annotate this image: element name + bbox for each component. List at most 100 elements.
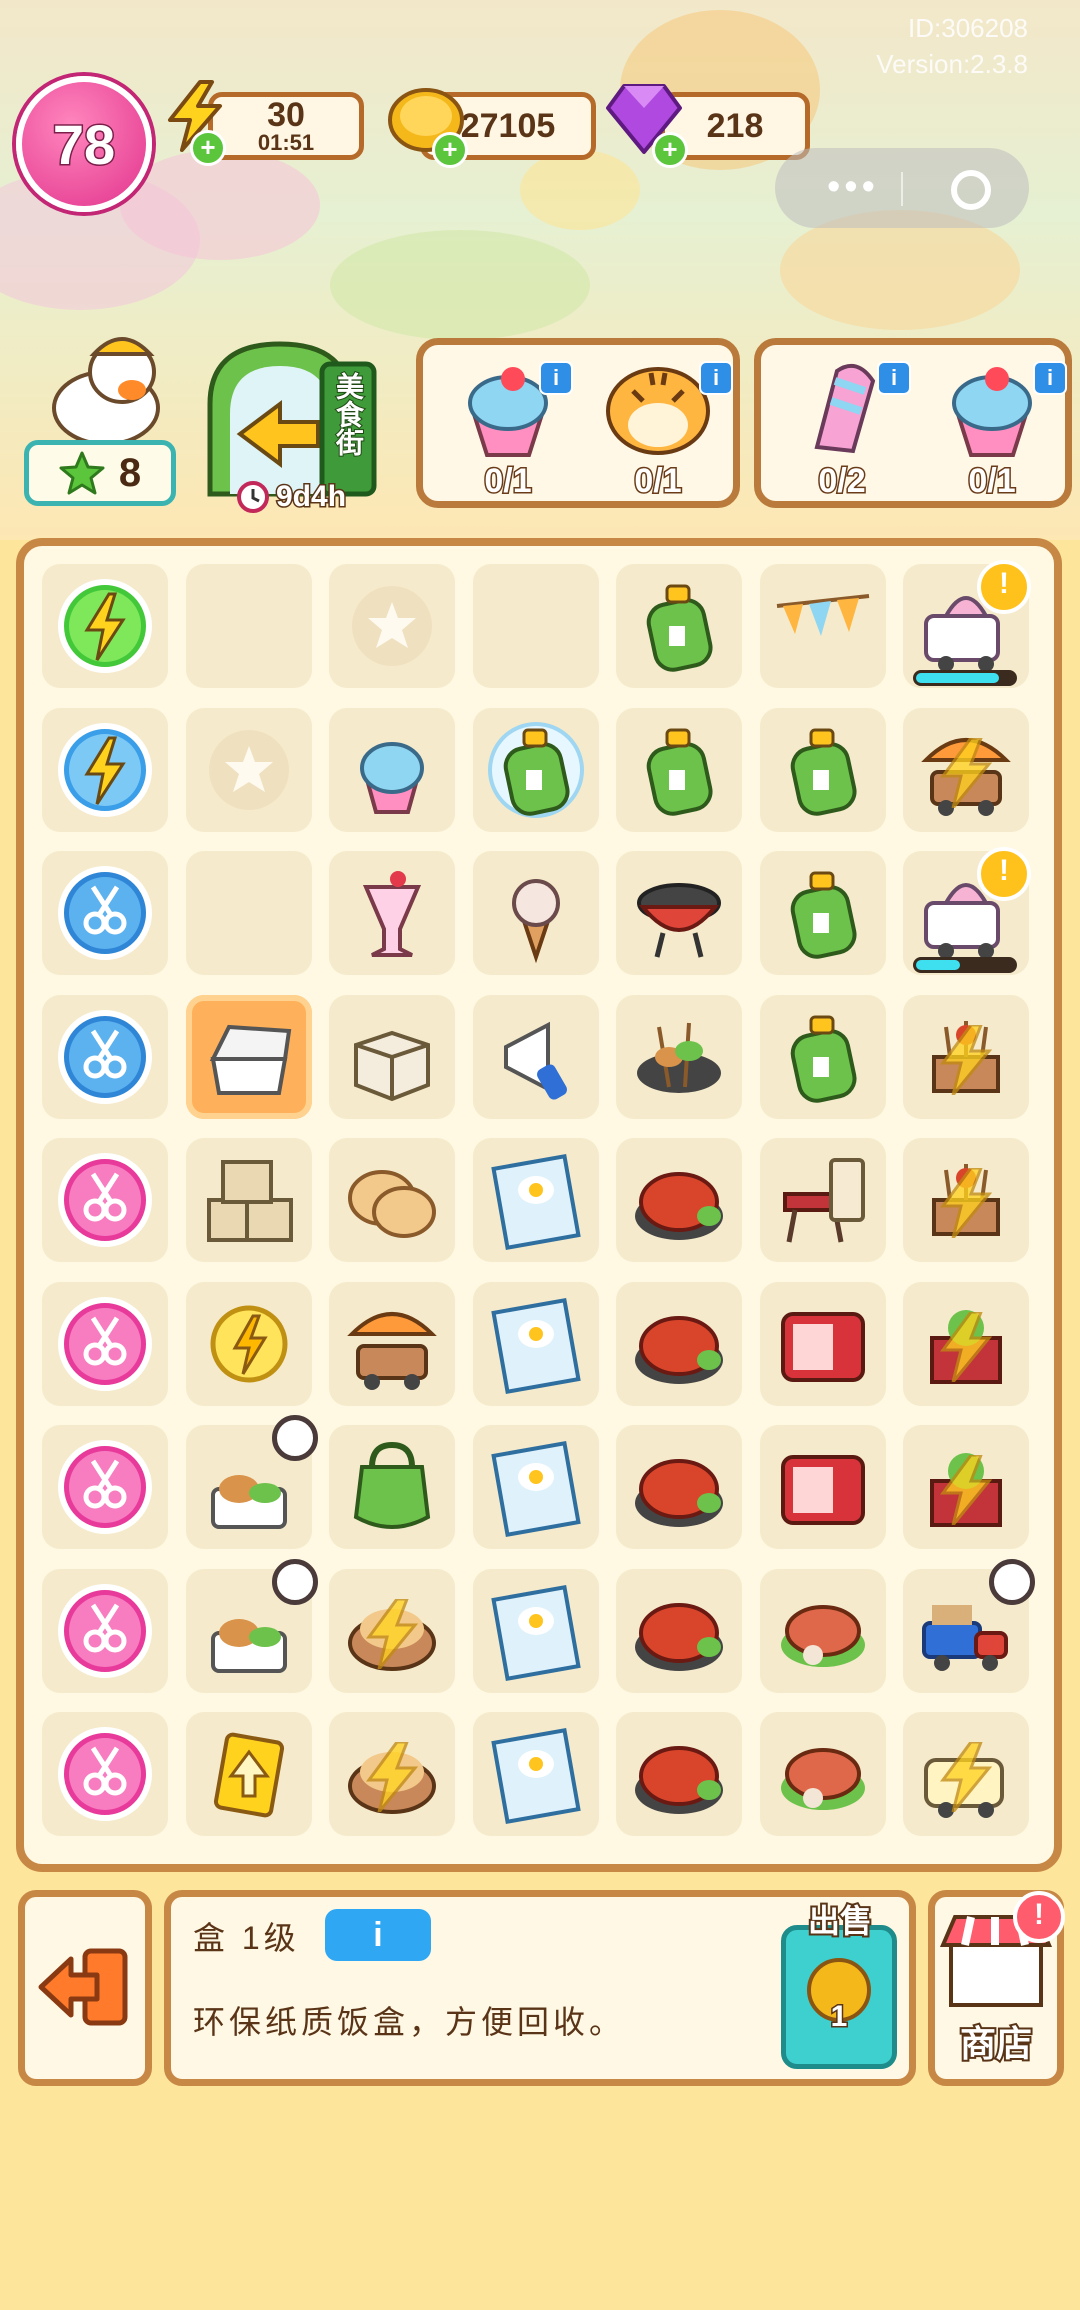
board-cell[interactable] xyxy=(616,1568,742,1693)
scissors-orb-pink-icon[interactable] xyxy=(55,1294,155,1394)
board-cell[interactable] xyxy=(616,564,742,688)
board-cell[interactable] xyxy=(185,994,312,1119)
order-info-button[interactable]: i xyxy=(1033,361,1067,395)
board-cell[interactable] xyxy=(329,1425,455,1549)
shaved-ice-icon[interactable] xyxy=(342,720,442,820)
board-cell[interactable] xyxy=(472,1712,599,1836)
board-cell[interactable] xyxy=(472,707,599,832)
egg-poster-icon[interactable] xyxy=(486,1581,586,1681)
box-stack-icon[interactable] xyxy=(199,1150,299,1250)
board-cell[interactable] xyxy=(616,1425,742,1549)
board-cell[interactable] xyxy=(42,564,168,688)
board-cell[interactable] xyxy=(903,1712,1029,1836)
energy-orb-green-icon[interactable] xyxy=(55,576,155,676)
scissors-orb-pink-icon[interactable] xyxy=(55,1437,155,1537)
board-cell[interactable] xyxy=(329,851,455,975)
order-card-1[interactable]: 0/1 i 0/1 i xyxy=(416,338,740,508)
green-backpack-icon[interactable] xyxy=(342,1437,442,1537)
board-cell[interactable] xyxy=(759,851,886,975)
more-options-icon[interactable]: ••• xyxy=(827,168,879,206)
bubble-gas-canister-icon[interactable] xyxy=(486,720,586,820)
board-cell[interactable] xyxy=(903,1425,1029,1549)
item-info-button[interactable]: i xyxy=(325,1909,431,1961)
board-cell[interactable] xyxy=(903,994,1029,1119)
gas-canister-icon[interactable] xyxy=(773,720,873,820)
skewer-plate-icon[interactable] xyxy=(629,1007,729,1107)
board-cell[interactable] xyxy=(185,1712,312,1836)
board-cell[interactable] xyxy=(616,1138,742,1262)
egg-poster-icon[interactable] xyxy=(486,1294,586,1394)
takeout-box-open-icon[interactable] xyxy=(199,1007,299,1107)
red-fridge-icon[interactable] xyxy=(773,1294,873,1394)
duck-worker-avatar[interactable] xyxy=(36,328,176,448)
board-cell[interactable] xyxy=(903,707,1029,832)
folding-table-icon[interactable] xyxy=(773,1150,873,1250)
scissors-orb-pink-icon[interactable] xyxy=(55,1581,155,1681)
board-cell[interactable] xyxy=(472,1425,599,1549)
bacon-plate-icon[interactable] xyxy=(773,1724,873,1824)
board-cell[interactable] xyxy=(42,851,168,975)
board-cell[interactable] xyxy=(329,994,455,1119)
crayfish-plate-icon[interactable] xyxy=(629,1724,729,1824)
player-level-badge[interactable]: 78 xyxy=(16,76,152,212)
scissors-orb-pink-icon[interactable] xyxy=(55,1724,155,1824)
board-cell[interactable] xyxy=(903,1558,1035,1693)
board-cell[interactable] xyxy=(616,1712,742,1836)
board-cell[interactable] xyxy=(329,564,455,688)
upgrade-card-icon[interactable] xyxy=(199,1724,299,1824)
gas-canister-icon[interactable] xyxy=(773,1007,873,1107)
gas-canister-icon[interactable] xyxy=(773,863,873,963)
bacon-plate-icon[interactable] xyxy=(773,1581,873,1681)
cardboard-box-icon[interactable] xyxy=(342,1007,442,1107)
board-cell[interactable] xyxy=(42,1138,168,1262)
flatbread-icon[interactable] xyxy=(342,1150,442,1250)
board-cell[interactable] xyxy=(759,564,886,688)
order-info-button[interactable]: i xyxy=(699,361,733,395)
megaphone-icon[interactable] xyxy=(486,1007,586,1107)
gas-canister-icon[interactable] xyxy=(629,720,729,820)
ice-cream-cone-icon[interactable] xyxy=(486,863,586,963)
board-cell[interactable] xyxy=(759,1138,886,1262)
board-cell[interactable] xyxy=(472,851,599,975)
crayfish-plate-icon[interactable] xyxy=(629,1294,729,1394)
board-cell[interactable] xyxy=(472,1281,599,1406)
board-cell[interactable] xyxy=(759,1281,886,1406)
board-cell[interactable] xyxy=(329,707,455,832)
order-info-button[interactable]: i xyxy=(877,361,911,395)
shop-button[interactable]: 商店 ! xyxy=(928,1890,1065,2086)
board-cell[interactable] xyxy=(472,1138,599,1262)
board-cell[interactable] xyxy=(759,1425,886,1549)
board-cell[interactable] xyxy=(42,1281,168,1406)
scissors-orb-blue-icon[interactable] xyxy=(55,863,155,963)
board-cell[interactable] xyxy=(903,1281,1029,1406)
board-cell[interactable] xyxy=(185,1415,318,1549)
egg-poster-icon[interactable] xyxy=(486,1150,586,1250)
board-cell[interactable] xyxy=(616,707,742,832)
board-cell[interactable] xyxy=(42,1712,168,1836)
gas-canister-icon[interactable] xyxy=(629,576,729,676)
board-cell[interactable] xyxy=(185,564,312,688)
energy-orb-blue-icon[interactable] xyxy=(55,720,155,820)
board-cell[interactable] xyxy=(759,1568,886,1693)
add-energy-button[interactable]: + xyxy=(190,130,226,166)
board-cell[interactable] xyxy=(185,851,312,975)
scissors-orb-pink-icon[interactable] xyxy=(55,1150,155,1250)
exit-button[interactable] xyxy=(18,1890,152,2086)
board-cell[interactable] xyxy=(759,707,886,832)
red-fridge-icon[interactable] xyxy=(773,1437,873,1537)
board-cell[interactable] xyxy=(472,994,599,1119)
board-cell[interactable] xyxy=(185,707,312,832)
order-card-2[interactable]: 0/2 i 0/1 i xyxy=(754,338,1072,508)
board-cell[interactable] xyxy=(185,1558,318,1693)
board-cell[interactable] xyxy=(329,1138,455,1262)
add-coins-button[interactable]: + xyxy=(432,132,468,168)
board-cell[interactable] xyxy=(329,1712,455,1836)
egg-poster-icon[interactable] xyxy=(486,1437,586,1537)
board-cell[interactable] xyxy=(472,564,599,688)
energy-coin-icon[interactable] xyxy=(199,1294,299,1394)
board-cell[interactable] xyxy=(42,1568,168,1693)
order-info-button[interactable]: i xyxy=(539,361,573,395)
board-cell[interactable] xyxy=(616,851,742,975)
parasol-cart-icon[interactable] xyxy=(342,1294,442,1394)
board-cell[interactable] xyxy=(903,1138,1029,1262)
